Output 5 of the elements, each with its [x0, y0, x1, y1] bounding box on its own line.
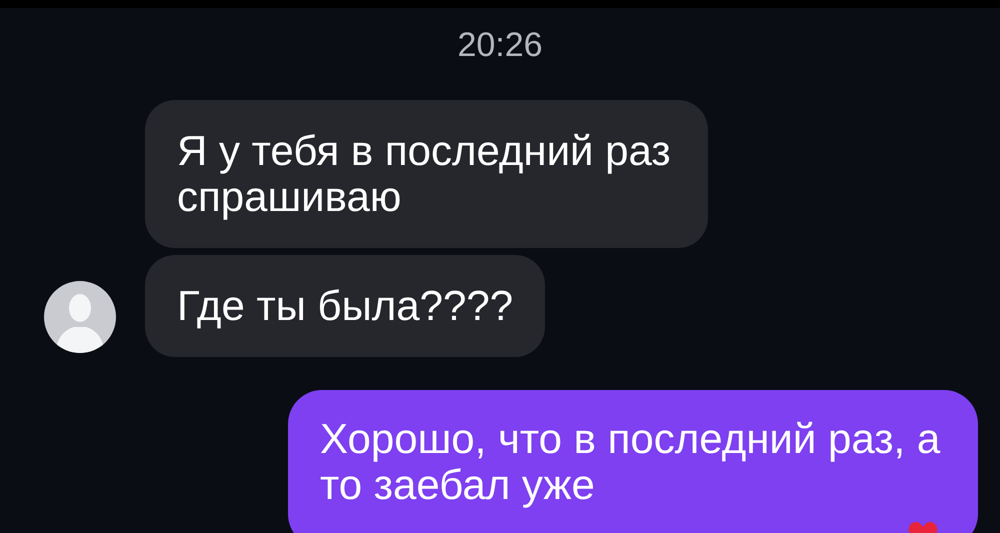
- avatar-icon: [44, 281, 116, 353]
- incoming-message: Я у тебя в последний раз спрашиваю: [145, 100, 708, 248]
- message-time: 20:26: [457, 25, 543, 65]
- outgoing-message: Хорошо, что в последний раз, а то заебал уже: [288, 390, 978, 533]
- incoming-message: Где ты была????: [145, 255, 546, 357]
